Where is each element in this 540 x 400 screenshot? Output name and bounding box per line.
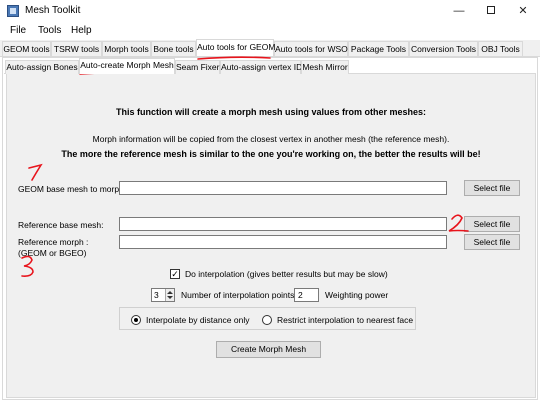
tab-conversion-tools[interactable]: Conversion Tools [409,41,478,56]
geom-base-label: GEOM base mesh to morph: [18,184,127,194]
ref-base-field[interactable] [119,217,447,231]
interp-points-value: 3 [154,290,159,300]
close-button[interactable]: ✕ [508,0,538,22]
subtab-auto-assign-vertex-id[interactable]: Auto-assign vertex ID [220,60,302,74]
stepper-arrows-icon[interactable] [165,289,174,301]
sub-tabstrip: Auto-assign Bones Auto-create Morph Mesh… [4,58,536,74]
subtab-seam-fixer[interactable]: Seam Fixer [175,60,220,74]
create-morph-mesh-button[interactable]: Create Morph Mesh [216,341,321,358]
tab-auto-tools-wso[interactable]: Auto tools for WSO [274,41,348,56]
app-icon [7,5,19,17]
radio-nearest-face[interactable] [262,315,272,325]
maximize-button[interactable] [476,0,506,22]
radio-nearest-label: Restrict interpolation to nearest face [277,315,414,325]
radio-distance-only[interactable] [131,315,141,325]
ref-morph-field[interactable] [119,235,447,249]
info-text: Morph information will be copied from th… [92,134,450,144]
subtab-auto-create-morph[interactable]: Auto-create Morph Mesh [79,58,175,74]
ref-morph-label-format: (GEOM or BGEO) [18,248,87,258]
function-heading: This function will create a morph mesh u… [115,107,427,117]
select-ref-morph-button[interactable]: Select file [464,234,520,250]
note-text: The more the reference mesh is similar t… [61,149,481,159]
subtab-auto-assign-bones[interactable]: Auto-assign Bones [5,60,79,74]
geom-base-field[interactable] [119,181,447,195]
menu-file[interactable]: File [10,25,26,36]
ref-base-label: Reference base mesh: [18,220,104,230]
select-ref-base-button[interactable]: Select file [464,216,520,232]
menu-tools[interactable]: Tools [38,25,61,36]
interp-points-label: Number of interpolation points [181,290,295,300]
radio-distance-label: Interpolate by distance only [146,315,250,325]
interpolation-checkbox[interactable]: ✓ [170,269,180,279]
menu-bar: File Tools Help [0,22,540,40]
menu-help[interactable]: Help [71,25,92,36]
title-bar: Mesh Toolkit — ✕ [0,0,540,22]
main-tabstrip: GEOM tools TSRW tools Morph tools Bone t… [0,39,540,57]
interp-points-stepper[interactable]: 3 [151,288,175,302]
subtab-mesh-mirror[interactable]: Mesh Mirror [301,60,349,74]
ref-morph-label: Reference morph : [18,237,89,247]
minimize-button[interactable]: — [444,0,474,22]
weighting-power-field[interactable]: 2 [294,288,319,302]
tab-package-tools[interactable]: Package Tools [348,41,409,56]
tab-auto-tools-geom[interactable]: Auto tools for GEOM [196,39,275,56]
tab-obj-tools[interactable]: OBJ Tools [478,41,523,56]
interpolation-label: Do interpolation (gives better results b… [185,269,388,279]
select-geom-base-button[interactable]: Select file [464,180,520,196]
tab-tsrw-tools[interactable]: TSRW tools [51,41,102,56]
tab-bone-tools[interactable]: Bone tools [151,41,196,56]
weighting-power-label: Weighting power [325,290,389,300]
tab-geom-tools[interactable]: GEOM tools [2,41,51,56]
window-title: Mesh Toolkit [25,5,81,16]
tab-morph-tools[interactable]: Morph tools [102,41,151,56]
